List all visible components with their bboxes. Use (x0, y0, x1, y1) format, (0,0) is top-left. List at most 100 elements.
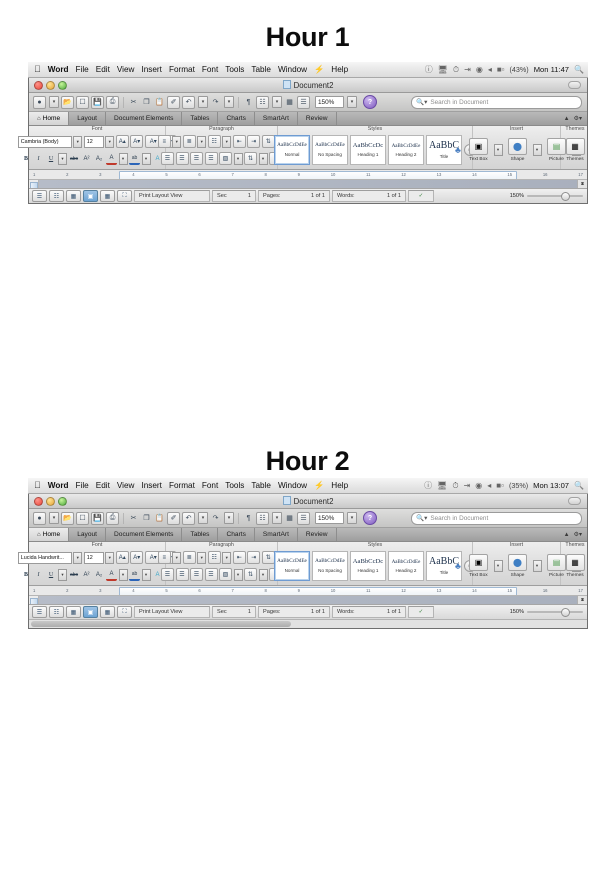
bluetooth-icon[interactable]: ⇥ (464, 65, 471, 74)
new-dropdown-icon[interactable]: ▾ (49, 512, 59, 524)
scroll-down-arrow-icon[interactable]: ▼ (578, 596, 587, 604)
style-tile-heading-2[interactable]: AaBbCcDdEe Heading 2 (388, 135, 424, 165)
font-size-field[interactable]: 12 (83, 551, 104, 564)
open-icon[interactable]: 📂 (61, 511, 74, 525)
style-tile-heading-1[interactable]: AaBbCcDc Heading 1 (350, 551, 386, 581)
menu-item-window[interactable]: Window (278, 65, 307, 74)
textbox-dropdown-icon[interactable]: ▾ (493, 144, 503, 156)
zoom-dropdown-icon[interactable]: ▾ (347, 512, 357, 524)
bullets-dropdown-icon[interactable]: ▾ (172, 135, 182, 148)
font-color-button[interactable]: A (106, 152, 117, 165)
style-tile-heading-1[interactable]: AaBbCcDc Heading 1 (350, 135, 386, 165)
print-layout-view-icon[interactable]: ▣ (83, 606, 98, 618)
underline-dropdown-icon[interactable]: ▾ (58, 152, 67, 165)
wifi-icon[interactable]: ◉ (476, 65, 483, 74)
publishing-view-icon[interactable]: ▦ (66, 606, 81, 618)
show-marks-icon[interactable]: ¶ (243, 97, 254, 108)
columns-icon[interactable]: ☷ (256, 95, 269, 109)
menu-item-view[interactable]: View (117, 65, 135, 74)
menu-item-word[interactable]: Word (48, 481, 69, 490)
gallery-icon[interactable]: ☰ (297, 511, 310, 525)
align-right-icon[interactable]: ☰ (190, 152, 203, 165)
show-marks-icon[interactable]: ¶ (243, 513, 254, 524)
print-preview-icon[interactable]: ☐ (76, 95, 89, 109)
horizontal-ruler-1[interactable]: 1 2 3 4 5 6 7 8 9 10 11 12 13 14 15 16 1 (29, 170, 587, 180)
font-color-dropdown-icon[interactable]: ▾ (118, 568, 128, 581)
highlight-dropdown-icon[interactable]: ▾ (141, 568, 151, 581)
menu-item-file[interactable]: File (76, 65, 89, 74)
menu-item-view[interactable]: View (117, 481, 135, 490)
menu-item-tools[interactable]: Tools (225, 481, 244, 490)
menu-item-insert[interactable]: Insert (141, 481, 161, 490)
underline-button[interactable]: U (46, 153, 57, 164)
highlight-dropdown-icon[interactable]: ▾ (141, 152, 151, 165)
zoom-slider-2[interactable] (527, 607, 583, 617)
insert-text-box[interactable]: ▣ Text Box (466, 554, 492, 578)
save-icon[interactable]: 💾 (91, 511, 104, 525)
tab-layout[interactable]: Layout (69, 112, 107, 125)
bluetooth-icon[interactable]: ⇥ (464, 481, 471, 490)
spotlight-search-icon[interactable]: 🔍 (574, 481, 584, 490)
align-center-icon[interactable]: ☰ (175, 152, 189, 165)
zoom-value-field[interactable]: 150% (315, 512, 344, 524)
justify-icon[interactable]: ☰ (204, 152, 218, 165)
sort-dropdown-icon[interactable]: ▾ (258, 152, 268, 165)
help-button[interactable]: ? (363, 511, 377, 525)
underline-button[interactable]: U (46, 569, 57, 580)
tab-tables[interactable]: Tables (182, 112, 219, 125)
chevron-up-icon[interactable]: ▲ (564, 532, 570, 538)
style-tile-normal[interactable]: AaBbCcDdEe Normal (274, 135, 310, 165)
strikethrough-button[interactable]: abc (69, 569, 80, 580)
numbering-icon[interactable]: ≣ (182, 551, 196, 564)
insert-shape[interactable]: ⬤ Shape (505, 138, 531, 162)
numbering-icon[interactable]: ≣ (182, 135, 196, 148)
undo-icon[interactable]: ↶ (182, 511, 195, 525)
borders-icon[interactable]: ▧ (219, 568, 232, 581)
italic-button[interactable]: I (33, 153, 44, 164)
multilevel-dropdown-icon[interactable]: ▾ (222, 551, 232, 564)
vertical-scrollbar-2[interactable]: ▲ ▼ (577, 596, 587, 604)
font-size-dropdown-icon[interactable]: ▾ (105, 135, 115, 148)
tab-smartart[interactable]: SmartArt (255, 112, 298, 125)
copy-icon[interactable]: ❐ (141, 513, 152, 524)
redo-dropdown-icon[interactable]: ▾ (224, 96, 234, 108)
menu-item-edit[interactable]: Edit (96, 65, 110, 74)
notebook-view-icon[interactable]: ▦ (100, 190, 115, 202)
highlight-button[interactable]: ab (129, 152, 140, 165)
shape-dropdown-icon[interactable]: ▾ (532, 560, 542, 572)
menu-item-help[interactable]: Help (331, 65, 348, 74)
format-painter-icon[interactable]: ✐ (167, 95, 180, 109)
display-icon[interactable]: 🖥 (438, 65, 448, 74)
style-tile-heading-2[interactable]: AaBbCcDdEe Heading 2 (388, 551, 424, 581)
smartart-icon[interactable]: ♣ (453, 145, 464, 156)
increase-indent-icon[interactable]: ⇥ (247, 135, 261, 148)
tab-layout[interactable]: Layout (69, 528, 107, 541)
search-box-2[interactable]: 🔍▾ Search in Document (411, 511, 582, 525)
paste-icon[interactable]: 📋 (154, 513, 165, 524)
decrease-indent-icon[interactable]: ⇤ (232, 551, 246, 564)
full-screen-view-icon[interactable]: ⛶ (117, 606, 132, 618)
shape-dropdown-icon[interactable]: ▾ (532, 144, 542, 156)
window-titlebar-1[interactable]: Document2 (29, 78, 587, 93)
apple-logo-icon[interactable]:  (34, 481, 41, 490)
font-name-field[interactable]: Cambria (Body) (17, 135, 72, 148)
bold-button[interactable]: B (21, 153, 32, 164)
print-icon[interactable]: ⎙ (106, 95, 119, 109)
horizontal-scrollbar-2[interactable] (29, 619, 587, 628)
volume-icon[interactable]: ◂ (488, 65, 492, 74)
themes-button[interactable]: ▦ Themes (562, 554, 588, 578)
superscript-button[interactable]: A² (81, 153, 92, 164)
sort-icon[interactable]: ⇅ (244, 152, 257, 165)
themes-button[interactable]: ▦ Themes (562, 138, 588, 162)
decrease-indent-icon[interactable]: ⇤ (232, 135, 246, 148)
align-right-icon[interactable]: ☰ (190, 568, 203, 581)
columns-dropdown-icon[interactable]: ▾ (272, 512, 282, 524)
font-name-field[interactable]: Lucida Handwrit... (17, 551, 72, 564)
align-left-icon[interactable]: ☰ (161, 152, 174, 165)
font-name-dropdown-icon[interactable]: ▾ (73, 135, 83, 148)
line-spacing-icon[interactable]: ⇅ (261, 135, 275, 148)
line-spacing-icon[interactable]: ⇅ (261, 551, 275, 564)
battery-icon[interactable]: ■▫ (496, 481, 504, 490)
multilevel-list-icon[interactable]: ☷ (207, 551, 221, 564)
vertical-ruler-1[interactable] (29, 180, 39, 188)
